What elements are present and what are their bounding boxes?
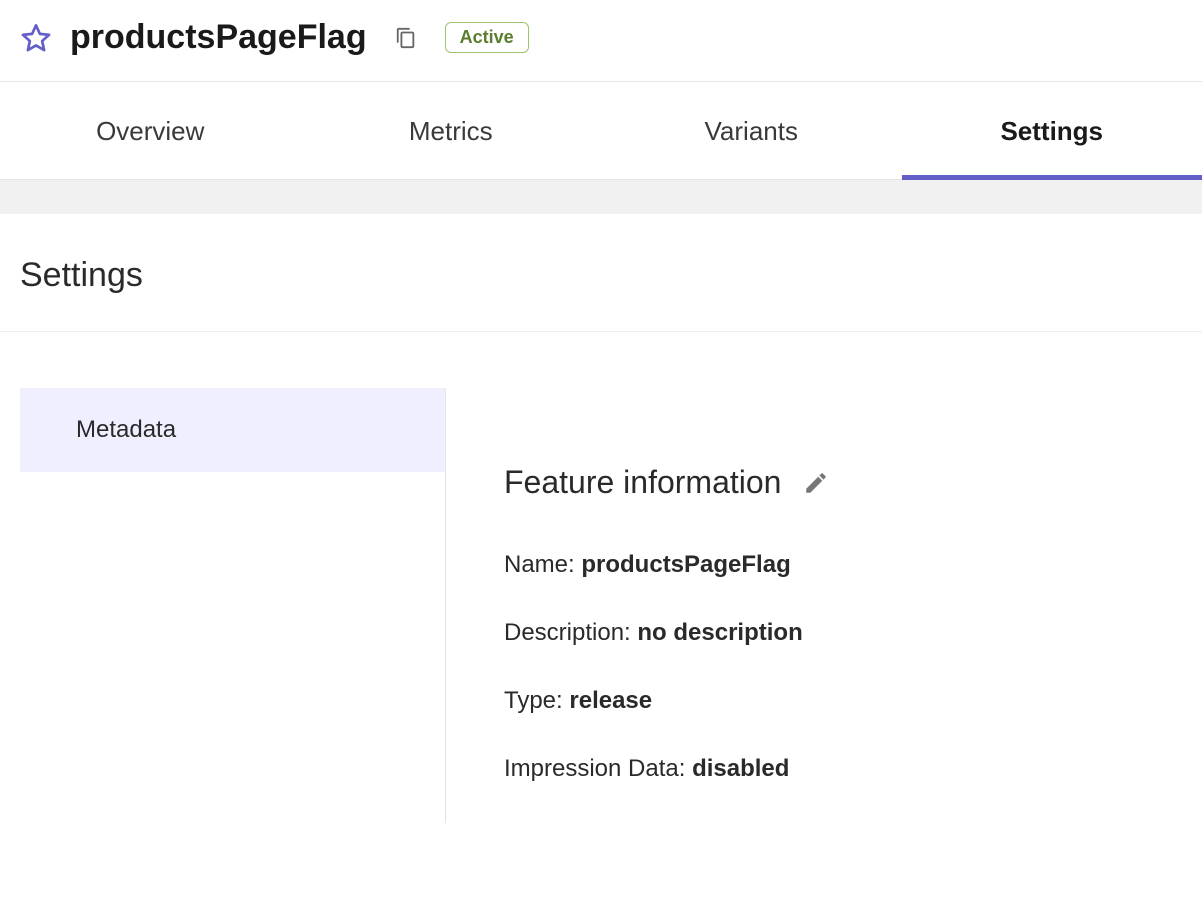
- info-name: Name: productsPageFlag: [504, 551, 1202, 579]
- info-description-value: no description: [637, 619, 802, 646]
- page-header: productsPageFlag Active: [0, 0, 1202, 82]
- page-heading: Settings: [20, 256, 1182, 295]
- status-badge: Active: [445, 22, 529, 53]
- info-type-label: Type:: [504, 687, 569, 714]
- section-title: Feature information: [504, 464, 781, 501]
- sidebar-item-metadata[interactable]: Metadata: [20, 388, 445, 472]
- info-description: Description: no description: [504, 619, 1202, 647]
- settings-sidebar: Metadata: [0, 388, 446, 823]
- page-heading-section: Settings: [0, 214, 1202, 332]
- details-panel: Feature information Name: productsPageFl…: [446, 388, 1202, 823]
- info-description-label: Description:: [504, 619, 637, 646]
- content-area: Metadata Feature information Name: produ…: [0, 332, 1202, 823]
- info-name-label: Name:: [504, 551, 581, 578]
- info-impression-value: disabled: [692, 755, 789, 782]
- tab-metrics[interactable]: Metrics: [301, 82, 602, 179]
- info-type: Type: release: [504, 687, 1202, 715]
- star-icon[interactable]: [20, 22, 52, 54]
- info-type-value: release: [569, 687, 652, 714]
- tab-settings[interactable]: Settings: [902, 82, 1202, 179]
- tabs: Overview Metrics Variants Settings: [0, 82, 1202, 180]
- edit-icon[interactable]: [803, 470, 829, 496]
- info-name-value: productsPageFlag: [581, 551, 790, 578]
- copy-icon[interactable]: [395, 27, 417, 49]
- info-impression: Impression Data: disabled: [504, 755, 1202, 783]
- tab-variants[interactable]: Variants: [601, 82, 902, 179]
- flag-title: productsPageFlag: [70, 18, 367, 57]
- separator-strip: [0, 180, 1202, 214]
- section-title-row: Feature information: [504, 464, 1202, 501]
- tab-overview[interactable]: Overview: [0, 82, 301, 179]
- info-impression-label: Impression Data:: [504, 755, 692, 782]
